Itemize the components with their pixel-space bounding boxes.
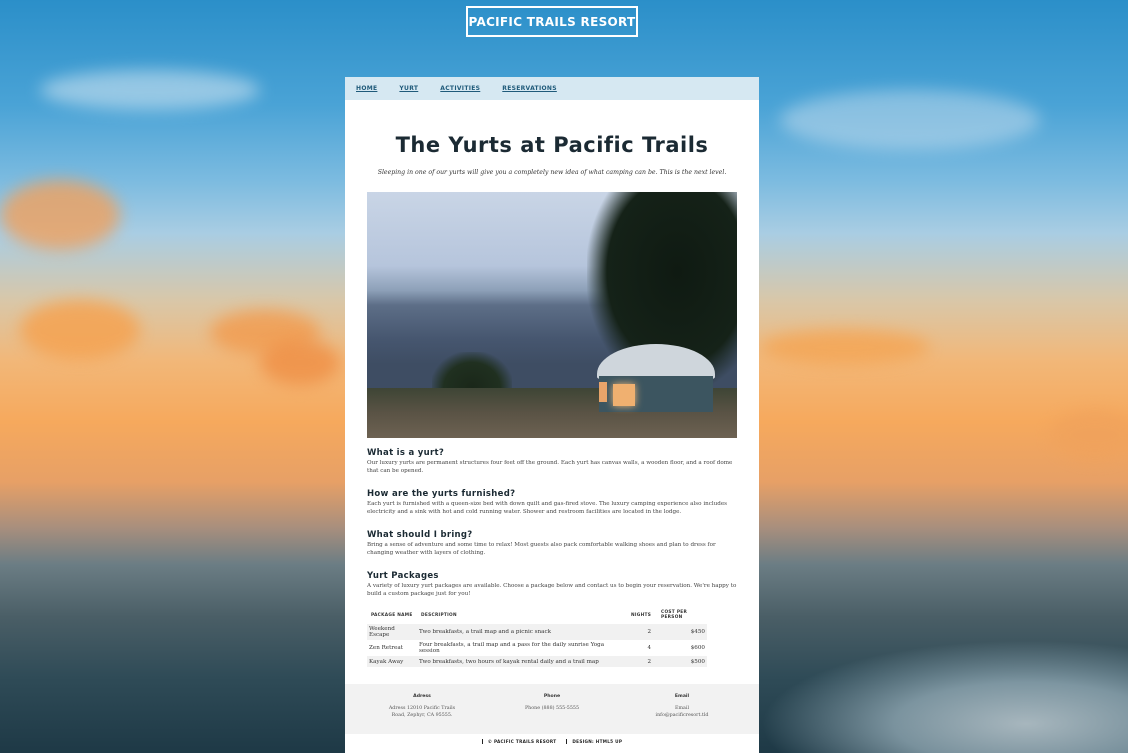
background-cloud — [40, 70, 260, 110]
background-cloud — [20, 300, 140, 360]
footer-heading: Adress — [413, 694, 431, 699]
table-cell: $600 — [690, 645, 705, 651]
table-cell: Zen Retreat — [369, 645, 403, 651]
design-credit[interactable]: DESIGN: HTML5 UP — [566, 738, 622, 744]
footer-email-link[interactable]: info@pacificresort.tld — [627, 712, 737, 719]
section-what-is-yurt: What is a yurt? Our luxury yurts are per… — [367, 448, 737, 475]
main-content: What is a yurt? Our luxury yurts are per… — [345, 438, 759, 667]
brand-logo-link[interactable]: PACIFIC TRAILS RESORT — [466, 6, 638, 37]
page-lead: Sleeping in one of our yurts will give y… — [377, 169, 727, 176]
column-header: DESCRIPTION — [421, 612, 457, 618]
page-wrapper: HOME YURT ACTIVITIES RESERVATIONS The Yu… — [345, 77, 759, 753]
section-heading: What should I bring? — [367, 530, 473, 540]
yurt-hero-image — [367, 192, 737, 438]
footer-heading: Phone — [543, 694, 561, 699]
table-cell: $500 — [657, 656, 707, 667]
yurt-window — [613, 384, 635, 406]
yurt-window — [599, 382, 607, 402]
section-what-to-bring: What should I bring? Bring a sense of ad… — [367, 530, 737, 557]
copyright-bar: © PACIFIC TRAILS RESORT DESIGN: HTML5 UP — [345, 736, 759, 746]
footer-email-label: Email — [675, 706, 689, 711]
footer-heading: Email — [674, 694, 690, 699]
section-heading: Yurt Packages — [367, 571, 439, 581]
table-row: Weekend Escape Two breakfasts, a trail m… — [367, 624, 707, 640]
column-header: COST PER PERSON — [661, 610, 688, 620]
footer-email: Email Email info@pacificresort.tld — [627, 694, 737, 734]
section-heading: How are the yurts furnished? — [367, 489, 516, 499]
column-header: NIGHTS — [631, 612, 652, 618]
footer-phone-text: Phone (888) 555-5555 — [524, 706, 580, 711]
section-text: Each yurt is furnished with a queen-size… — [367, 501, 728, 515]
main-nav: HOME YURT ACTIVITIES RESERVATIONS — [345, 77, 759, 100]
table-cell: 4 — [647, 645, 651, 651]
table-row: Zen Retreat Four breakfasts, a trail map… — [367, 640, 707, 656]
footer-address-line: Adress 12010 Pacific Trails — [388, 706, 456, 711]
section-text: Our luxury yurts are permanent structure… — [367, 460, 733, 474]
nav-link-yurt[interactable]: YURT — [399, 85, 418, 92]
section-text: Bring a sense of adventure and some time… — [367, 542, 716, 556]
background-cloud — [780, 90, 1040, 150]
table-cell: Two breakfasts, two hours of kayak renta… — [417, 656, 627, 667]
section-packages: Yurt Packages A variety of luxury yurt p… — [367, 571, 737, 598]
table-cell: Four breakfasts, a trail map and a pass … — [419, 642, 605, 654]
background-cloud — [260, 340, 340, 385]
copyright-text: © PACIFIC TRAILS RESORT — [481, 738, 557, 744]
table-cell: Weekend Escape — [367, 624, 417, 640]
table-cell: $450 — [657, 624, 707, 640]
background-wave — [760, 640, 1128, 753]
section-heading: What is a yurt? — [367, 448, 445, 458]
background-cloud — [0, 180, 120, 250]
table-cell: Kayak Away — [367, 656, 417, 667]
page-title: The Yurts at Pacific Trails — [395, 133, 709, 157]
table-cell: 2 — [627, 624, 657, 640]
column-header: PACKAGE NAME — [371, 612, 413, 618]
background-cloud — [760, 330, 930, 365]
table-row: Kayak Away Two breakfasts, two hours of … — [367, 656, 707, 667]
footer-address: Adress Adress 12010 Pacific Trails Road,… — [367, 694, 477, 734]
footer-address-line: Road, Zephyr, CA 95555. — [391, 713, 453, 718]
background-cloud — [1050, 410, 1128, 460]
table-cell: Two breakfasts, a trail map and a picnic… — [417, 624, 627, 640]
packages-table: PACKAGE NAME DESCRIPTION NIGHTS COST PER… — [367, 607, 707, 667]
table-header-row: PACKAGE NAME DESCRIPTION NIGHTS COST PER… — [367, 607, 707, 624]
table-cell: 2 — [627, 656, 657, 667]
nav-link-home[interactable]: HOME — [356, 85, 377, 92]
site-footer: Adress Adress 12010 Pacific Trails Road,… — [345, 684, 759, 734]
nav-link-reservations[interactable]: RESERVATIONS — [502, 85, 557, 92]
nav-link-activities[interactable]: ACTIVITIES — [440, 85, 480, 92]
footer-phone: Phone Phone (888) 555-5555 — [497, 694, 607, 734]
section-text: A variety of luxury yurt packages are av… — [367, 583, 737, 597]
section-furnished: How are the yurts furnished? Each yurt i… — [367, 489, 737, 516]
